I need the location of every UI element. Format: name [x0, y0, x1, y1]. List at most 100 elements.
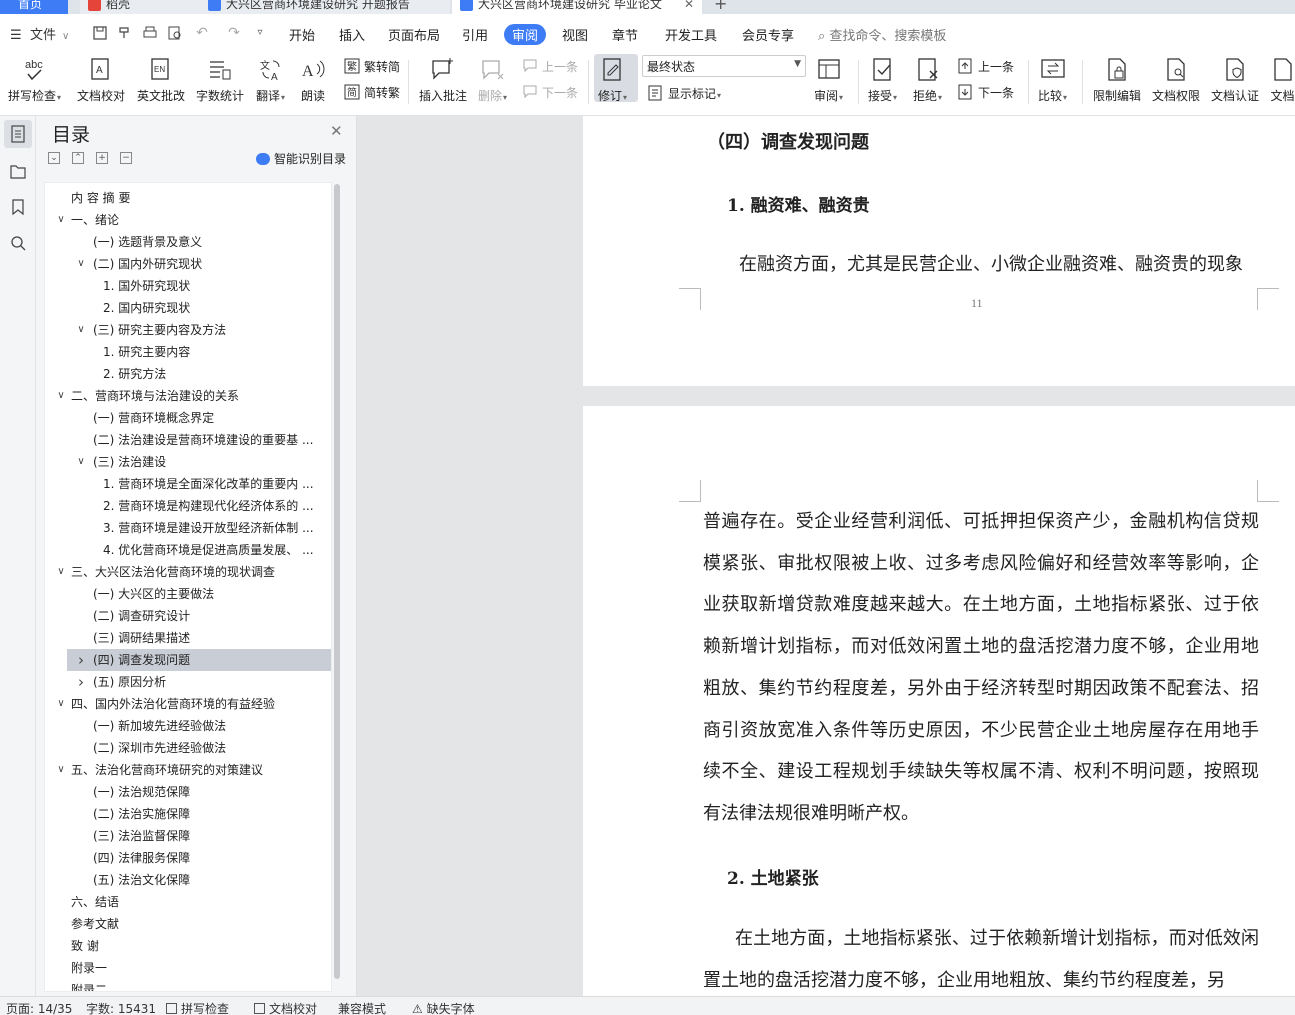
document-canvas[interactable]: （四）调查发现问题 1. 融资难、融资贵 在融资方面，尤其是民营企业、小微企业融…	[357, 116, 1295, 996]
spell-check-button[interactable]: abc 拼写检查▾	[8, 56, 61, 104]
menu-insert[interactable]: 插入	[339, 25, 365, 44]
toc-item[interactable]: 2. 研究方法	[45, 363, 331, 385]
find-icon[interactable]	[9, 234, 27, 252]
chevron-down-icon[interactable]: ∨	[55, 385, 67, 407]
toc-item[interactable]: (一) 选题背景及意义	[45, 231, 331, 253]
toc-item[interactable]: (一) 新加坡先进经验做法	[45, 715, 331, 737]
print-icon[interactable]	[142, 25, 158, 41]
toc-item[interactable]: (一) 大兴区的主要做法	[45, 583, 331, 605]
menu-view[interactable]: 视图	[562, 25, 588, 44]
menu-references[interactable]: 引用	[462, 25, 488, 44]
toc-item[interactable]: (二) 法治实施保障	[45, 803, 331, 825]
doc-permission-button[interactable]: 文档权限	[1152, 56, 1200, 104]
toc-item[interactable]: 六、结语	[45, 891, 331, 913]
toc-item[interactable]: ∨ (二) 国内外研究现状	[45, 253, 331, 275]
command-search[interactable]: ⌕ 查找命令、搜索模板	[818, 25, 946, 44]
toc-item[interactable]: (五) 法治文化保障	[45, 869, 331, 891]
chevron-down-icon[interactable]: ∨	[55, 561, 67, 583]
translate-button[interactable]: 文A 翻译▾	[256, 56, 285, 104]
toc-item[interactable]: 参考文献	[45, 913, 331, 935]
format-painter-icon[interactable]	[116, 25, 132, 41]
toc-scrollbar[interactable]	[334, 184, 340, 979]
bookmark-icon[interactable]	[9, 198, 27, 216]
toc-item[interactable]: (一) 营商环境概念界定	[45, 407, 331, 429]
toc-item[interactable]: 2. 营商环境是构建现代化经济体系的 ...	[45, 495, 331, 517]
undo-icon[interactable]: ↶	[194, 25, 210, 41]
restrict-edit-button[interactable]: 限制编辑	[1093, 56, 1141, 104]
chevron-down-icon[interactable]: ∨	[75, 451, 87, 473]
compare-button[interactable]: 比较▾	[1038, 56, 1067, 104]
doc-proof-status[interactable]: 文档校对	[254, 1000, 317, 1015]
menu-section[interactable]: 章节	[612, 25, 638, 44]
prev-comment-button[interactable]: 上一条	[522, 58, 578, 75]
toc-item[interactable]: 3. 营商环境是建设开放型经济新体制 ...	[45, 517, 331, 539]
toc-item[interactable]: 1. 国外研究现状	[45, 275, 331, 297]
next-change-button[interactable]: 下一条	[958, 84, 1014, 101]
show-markup-button[interactable]: 显示标记▾	[648, 85, 721, 102]
toc-item[interactable]: ∨ 四、国内外法治化营商环境的有益经验	[45, 693, 331, 715]
toc-item[interactable]: ∨ 三、大兴区法治化营商环境的现状调查	[45, 561, 331, 583]
add-heading-icon[interactable]: +	[96, 152, 108, 164]
doc-auth-button[interactable]: 文档认证	[1211, 56, 1259, 104]
collapse-all-icon[interactable]: ⌄	[48, 152, 60, 164]
customize-icon[interactable]: ▿	[252, 25, 268, 41]
review-pane-button[interactable]: 审阅▾	[814, 56, 843, 104]
remove-heading-icon[interactable]: −	[120, 152, 132, 164]
toc-item[interactable]: 附录二	[45, 979, 331, 991]
toc-item[interactable]: 1. 营商环境是全面深化改革的重要内 ...	[45, 473, 331, 495]
toc-item[interactable]: ∨ 二、营商环境与法治建设的关系	[45, 385, 331, 407]
tab-docer[interactable]: 稻壳	[80, 0, 200, 14]
markup-state-select[interactable]: 最终状态 ▼	[642, 55, 806, 77]
toc-item[interactable]: (三) 调研结果描述	[45, 627, 331, 649]
chevron-right-icon[interactable]: ›	[75, 671, 87, 693]
toc-item[interactable]: ∨ (三) 研究主要内容及方法	[45, 319, 331, 341]
close-icon[interactable]: ✕	[684, 0, 694, 14]
toc-item[interactable]: ∨ 一、绪论	[45, 209, 331, 231]
toc-item[interactable]: (三) 法治监督保障	[45, 825, 331, 847]
close-icon[interactable]: ✕	[330, 122, 343, 140]
toc-item[interactable]: › (五) 原因分析	[45, 671, 331, 693]
toc-item-selected[interactable]: › (四) 调查发现问题	[67, 649, 331, 671]
toc-item[interactable]: 1. 研究主要内容	[45, 341, 331, 363]
toc-item[interactable]: 内 容 摘 要	[45, 187, 331, 209]
toc-item[interactable]: (二) 法治建设是营商环境建设的重要基 ...	[45, 429, 331, 451]
chevron-down-icon[interactable]: ∨	[55, 693, 67, 715]
doc-proof-button[interactable]: A 文档校对	[77, 56, 125, 104]
chevron-down-icon[interactable]: ∨	[55, 759, 67, 781]
toc-item[interactable]: (二) 调查研究设计	[45, 605, 331, 627]
redo-icon[interactable]: ↷	[226, 25, 242, 41]
toc-item[interactable]: (一) 法治规范保障	[45, 781, 331, 803]
toc-item[interactable]: 附录一	[45, 957, 331, 979]
menu-review[interactable]: 审阅	[504, 24, 547, 45]
toc-item[interactable]: (四) 法律服务保障	[45, 847, 331, 869]
print-preview-icon[interactable]	[167, 25, 183, 41]
file-menu[interactable]: ☰ 文件 ∨	[10, 24, 69, 43]
toc-item[interactable]: 致 谢	[45, 935, 331, 957]
delete-comment-button[interactable]: 删除▾	[478, 56, 507, 104]
prev-change-button[interactable]: 上一条	[958, 58, 1014, 75]
toc-item[interactable]: 4. 优化营商环境是促进高质量发展、 ...	[45, 539, 331, 561]
chevron-down-icon[interactable]: ∨	[75, 253, 87, 275]
insert-comment-button[interactable]: 插入批注	[419, 56, 467, 104]
next-comment-button[interactable]: 下一条	[522, 84, 578, 101]
chapter-icon[interactable]	[9, 162, 27, 180]
word-count-status[interactable]: 字数: 15431	[86, 1000, 156, 1015]
new-tab-button[interactable]: +	[714, 0, 727, 13]
chevron-down-icon[interactable]: ∨	[75, 319, 87, 341]
spell-check-status[interactable]: 拼写检查	[166, 1000, 229, 1015]
track-changes-button[interactable]: 修订▾	[598, 56, 627, 104]
toc-item[interactable]: (二) 深圳市先进经验做法	[45, 737, 331, 759]
to-traditional-button[interactable]: 繁繁转简	[344, 58, 400, 75]
menu-developer[interactable]: 开发工具	[665, 25, 717, 44]
en-review-button[interactable]: EN 英文批改	[137, 56, 185, 104]
menu-member[interactable]: 会员专享	[742, 25, 794, 44]
missing-font-status[interactable]: ⚠ 缺失字体	[412, 1000, 475, 1015]
to-simplified-button[interactable]: 简简转繁	[344, 84, 400, 101]
smart-toc-button[interactable]: 智能识别目录	[256, 150, 346, 167]
word-count-button[interactable]: 字数统计	[196, 56, 244, 104]
toc-item[interactable]: 2. 国内研究现状	[45, 297, 331, 319]
toc-pane-toggle[interactable]	[4, 120, 32, 148]
reject-button[interactable]: 拒绝▾	[913, 56, 942, 104]
tab-home[interactable]: 首页	[0, 0, 68, 14]
read-aloud-button[interactable]: A 朗读	[300, 56, 326, 104]
